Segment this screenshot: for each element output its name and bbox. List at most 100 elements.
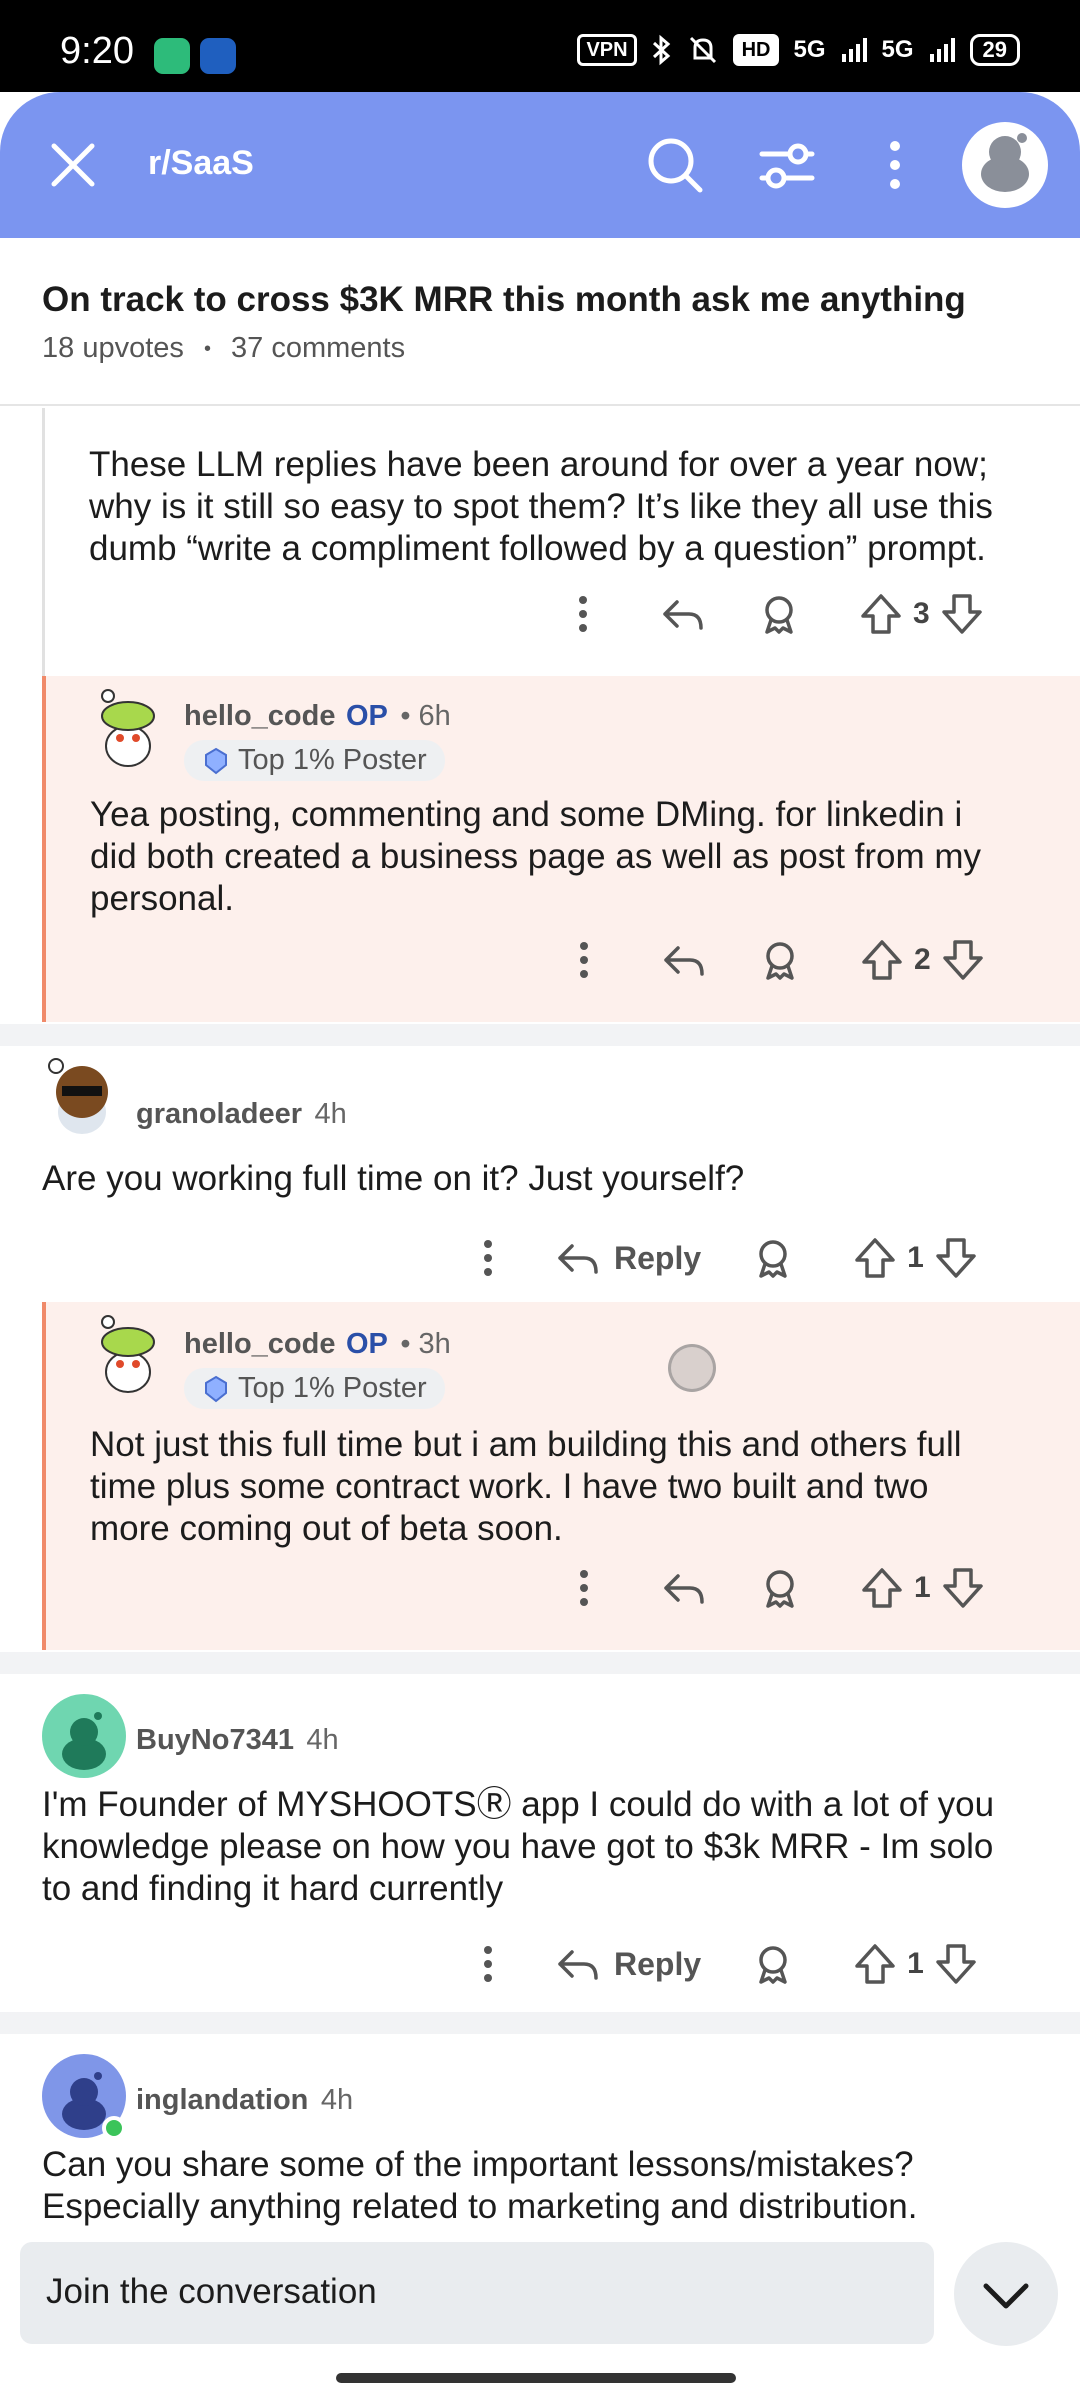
- hd-badge: HD: [732, 34, 780, 66]
- more-options-icon[interactable]: [862, 132, 928, 198]
- upvote-icon[interactable]: [859, 592, 903, 636]
- upvote-icon[interactable]: [853, 1942, 897, 1986]
- comment: inglandation 4h Can you share some of th…: [0, 2034, 1080, 2234]
- username[interactable]: inglandation: [136, 2084, 308, 2116]
- upvote-count: 18 upvotes: [42, 332, 184, 364]
- vote-count: 1: [914, 1571, 931, 1604]
- award-icon[interactable]: [751, 1942, 795, 1986]
- reply-button[interactable]: Reply: [556, 1942, 701, 1986]
- award-icon[interactable]: [751, 1236, 795, 1280]
- join-conversation-input[interactable]: Join the conversation: [20, 2242, 934, 2344]
- award-icon[interactable]: [757, 592, 801, 636]
- upvote-icon[interactable]: [853, 1236, 897, 1280]
- comment: granoladeer 4h Are you working full time…: [0, 1046, 1080, 1302]
- username[interactable]: hello_code: [184, 1328, 336, 1360]
- vote-count: 2: [914, 943, 931, 976]
- comment: These LLM replies have been around for o…: [42, 408, 1080, 676]
- vote-count: 1: [907, 1241, 924, 1274]
- thread-separator: [0, 1652, 1080, 1674]
- user-flair: Top 1% Poster: [184, 740, 445, 781]
- app-notification-icon: [154, 38, 190, 74]
- upvote-icon[interactable]: [860, 938, 904, 982]
- upvote-icon[interactable]: [860, 1566, 904, 1610]
- signal-icon: [841, 38, 867, 62]
- username[interactable]: BuyNo7341: [136, 1724, 294, 1756]
- post-header[interactable]: On track to cross $3K MRR this month ask…: [0, 238, 1080, 406]
- comment-op: hello_code OP • 3h Top 1% Poster Not jus…: [42, 1302, 1080, 1650]
- reply-button[interactable]: Reply: [556, 1236, 701, 1280]
- avatar[interactable]: [42, 1694, 126, 1778]
- comment-time: 4h: [320, 2084, 354, 2116]
- close-icon[interactable]: [46, 138, 100, 192]
- downvote-icon[interactable]: [934, 1942, 978, 1986]
- search-icon[interactable]: [642, 132, 708, 198]
- username[interactable]: granoladeer: [136, 1098, 302, 1130]
- comment-actions: Reply 1: [466, 1236, 978, 1280]
- comment-time: • 6h: [400, 700, 451, 732]
- mute-bell-icon: [689, 36, 716, 64]
- award-icon[interactable]: [758, 938, 802, 982]
- award-icon[interactable]: [758, 1566, 802, 1610]
- comment-actions: 3: [561, 592, 984, 636]
- comment: BuyNo7341 4h I'm Founder of MYSHOOTSⓇ ap…: [0, 1674, 1080, 2010]
- comment-body: Are you working full time on it? Just yo…: [42, 1159, 745, 1198]
- op-badge: OP: [345, 1328, 388, 1360]
- subreddit-title[interactable]: r/SaaS: [148, 144, 254, 183]
- reply-icon[interactable]: [661, 592, 705, 636]
- downvote-icon[interactable]: [934, 1236, 978, 1280]
- snoo-avatar-icon: [981, 133, 1029, 192]
- comment-body: I'm Founder of MYSHOOTSⓇ app I could do …: [42, 1785, 995, 1908]
- meta-separator: •: [203, 337, 211, 360]
- online-indicator: [102, 2116, 126, 2140]
- snoo-avatar-icon: [101, 1315, 155, 1393]
- more-options-icon[interactable]: [562, 938, 606, 982]
- downvote-icon[interactable]: [940, 592, 984, 636]
- op-badge: OP: [345, 700, 388, 732]
- comment-header: BuyNo7341 4h: [136, 1724, 339, 1757]
- comment-count: 37 comments: [231, 332, 406, 364]
- vote-count: 3: [913, 597, 930, 630]
- reply-icon: [558, 1950, 598, 1980]
- reply-icon: [558, 1244, 598, 1274]
- user-flair: Top 1% Poster: [184, 1368, 445, 1409]
- avatar[interactable]: [90, 1314, 168, 1400]
- app-bar: r/SaaS: [0, 92, 1080, 238]
- reply-icon[interactable]: [662, 938, 706, 982]
- downvote-icon[interactable]: [941, 938, 985, 982]
- avatar[interactable]: [42, 1056, 122, 1140]
- bluetooth-icon: [652, 34, 670, 66]
- flair-badge-icon: [205, 1375, 227, 1402]
- comment-actions: 2: [562, 938, 985, 982]
- comment-body: Yea posting, commenting and some DMing. …: [90, 795, 982, 918]
- post-title[interactable]: On track to cross $3K MRR this month ask…: [42, 280, 966, 320]
- signal-5g-label: 5G: [793, 36, 826, 63]
- comment-time: 4h: [306, 1724, 339, 1756]
- username[interactable]: hello_code: [184, 700, 336, 732]
- comment-body: Not just this full time but i am buildin…: [90, 1425, 962, 1548]
- snoo-avatar-icon: [48, 1058, 108, 1134]
- comment-actions: 1: [562, 1566, 985, 1610]
- comment-actions: Reply 1: [466, 1942, 978, 1986]
- thread-separator: [0, 2012, 1080, 2034]
- downvote-icon[interactable]: [941, 1566, 985, 1610]
- comment-header: inglandation 4h: [136, 2084, 353, 2117]
- reply-label: Reply: [614, 1945, 702, 1982]
- battery-indicator: 29: [969, 34, 1020, 66]
- chevron-down-icon: [983, 2283, 1029, 2309]
- collapse-button[interactable]: [954, 2242, 1058, 2346]
- reply-label: Reply: [614, 1239, 702, 1276]
- more-options-icon[interactable]: [466, 1942, 510, 1986]
- snoo-avatar-icon: [62, 1712, 106, 1770]
- vote-count: 1: [907, 1947, 924, 1980]
- more-options-icon[interactable]: [562, 1566, 606, 1610]
- reply-icon[interactable]: [662, 1566, 706, 1610]
- more-options-icon[interactable]: [466, 1236, 510, 1280]
- avatar[interactable]: [90, 688, 168, 774]
- comment-time: • 3h: [400, 1328, 451, 1360]
- more-options-icon[interactable]: [561, 592, 605, 636]
- gesture-handle[interactable]: [336, 2373, 736, 2383]
- snoo-avatar-icon: [101, 689, 155, 767]
- user-avatar[interactable]: [962, 122, 1048, 208]
- vpn-badge: VPN: [577, 34, 637, 66]
- sort-filter-icon[interactable]: [754, 132, 820, 198]
